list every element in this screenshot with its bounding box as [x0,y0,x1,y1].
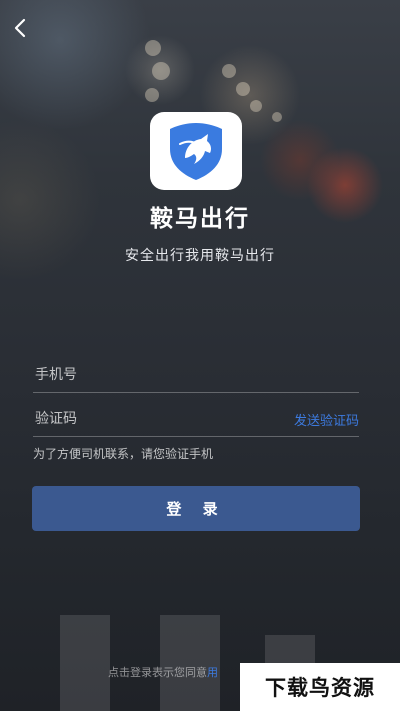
send-code-button[interactable]: 发送验证码 [294,410,359,429]
bokeh-light [152,62,170,80]
bokeh-light [145,40,161,56]
watermark: 下载鸟资源 [240,663,400,711]
background-photo [0,0,400,711]
back-button[interactable] [8,14,32,42]
bokeh-light [272,112,282,122]
bokeh-light [222,64,236,78]
verification-hint: 为了方便司机联系，请您验证手机 [33,447,214,461]
agreement-text: 点击登录表示您同意用 [108,664,218,680]
phone-field-row [33,358,359,393]
agreement-prefix: 点击登录表示您同意 [108,666,207,679]
bokeh-light [250,100,262,112]
road-marking [160,615,220,711]
bokeh-light [236,82,250,96]
shield-horse-logo-icon [170,123,222,180]
code-field-row: 发送验证码 [33,402,359,437]
app-slogan: 安全出行我用鞍马出行 [125,248,275,264]
bokeh-light [145,88,159,102]
login-button[interactable]: 登 录 [32,486,360,531]
phone-input[interactable] [33,360,267,390]
app-name: 鞍马出行 [150,206,250,232]
agreement-link[interactable]: 用 [207,666,218,679]
road-marking [60,615,110,711]
chevron-left-icon [14,18,26,38]
verification-code-input[interactable] [33,404,267,434]
app-logo [150,112,242,190]
